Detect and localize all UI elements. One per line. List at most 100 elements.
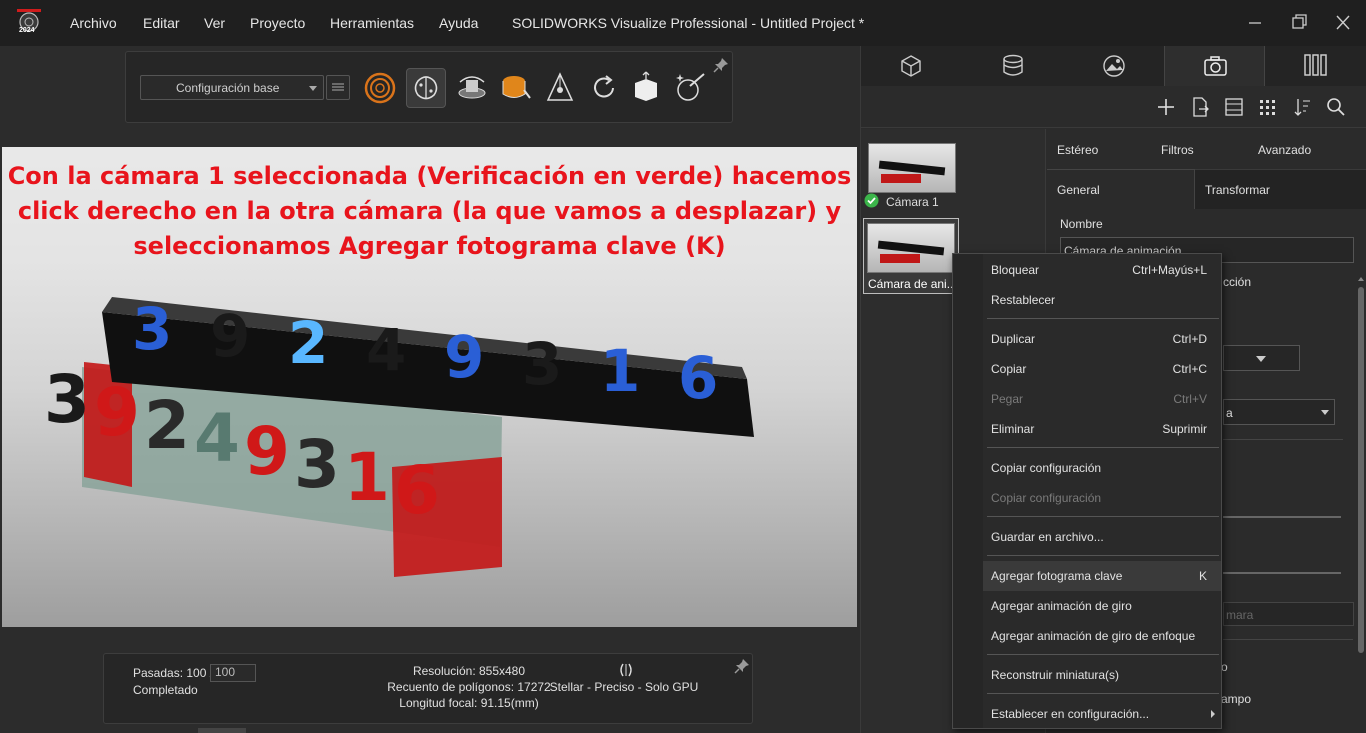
configuration-select-value: Configuración base <box>176 81 280 95</box>
app-logo-year: 2024 <box>19 27 35 34</box>
configuration-list-button[interactable] <box>326 75 350 100</box>
scene-digit-bottom: 9 <box>244 413 290 490</box>
render-viewport[interactable]: 39249316 39249316 Con la cámara 1 selecc… <box>2 147 857 627</box>
menu-item-pegar[interactable]: Pegar Ctrl+V <box>983 384 1221 414</box>
menu-item-reconstruir-miniaturas[interactable]: Reconstruir miniatura(s) <box>983 660 1221 690</box>
brain-denoiser-icon[interactable] <box>406 68 446 108</box>
passes-label: Pasadas: 100 / <box>133 666 214 680</box>
scene-digit-bottom: 3 <box>294 426 340 503</box>
magic-wand-icon[interactable] <box>670 68 710 108</box>
box-transform-icon[interactable] <box>626 68 666 108</box>
context-menu: Bloquear Ctrl+Mayús+L Restablecer Duplica… <box>952 253 1222 729</box>
resolution-text: Resolución: 855x480 <box>412 664 526 678</box>
render-mode-icon[interactable] <box>360 68 400 108</box>
tab-scenes[interactable] <box>1063 46 1164 86</box>
subtab-filtros[interactable]: Filtros <box>1161 143 1194 157</box>
configuration-select[interactable]: Configuración base <box>140 75 324 100</box>
scene-digit-top: 9 <box>444 323 484 391</box>
menu-item-restablecer[interactable]: Restablecer <box>983 285 1221 315</box>
select-partial-value: a <box>1226 406 1233 420</box>
tutorial-annotation: Con la cámara 1 seleccionada (Verificaci… <box>7 162 852 260</box>
subtab-general[interactable]: General <box>1057 183 1100 197</box>
search-icon[interactable] <box>1325 96 1347 118</box>
triad-move-icon[interactable] <box>540 68 580 108</box>
camera-label-1[interactable]: Cámara 1 <box>886 195 939 209</box>
window-title: SOLIDWORKS Visualize Professional - Unti… <box>512 15 865 31</box>
menu-item-eliminar[interactable]: Eliminar Suprimir <box>983 414 1221 444</box>
grid-icon[interactable] <box>1257 96 1279 118</box>
menu-item-duplicar[interactable]: Duplicar Ctrl+D <box>983 324 1221 354</box>
chevron-right-icon <box>1211 710 1215 718</box>
menu-herramientas[interactable]: Herramientas <box>330 15 414 31</box>
panel-tabs <box>861 46 1366 86</box>
menu-item-agregar-animacion-giro[interactable]: Agregar animación de giro <box>983 591 1221 621</box>
menu-item-copiar-configuracion-disabled[interactable]: Copiar configuración <box>983 483 1221 513</box>
close-button[interactable] <box>1328 10 1358 36</box>
scene-digit-top: 1 <box>600 337 640 405</box>
scene-digit-bottom: 1 <box>344 439 390 516</box>
subtab-transformar[interactable]: Transformar <box>1205 183 1270 197</box>
menu-archivo[interactable]: Archivo <box>70 15 117 31</box>
menu-ver[interactable]: Ver <box>204 15 225 31</box>
menu-ayuda[interactable]: Ayuda <box>439 15 478 31</box>
tab-libraries[interactable] <box>1265 46 1366 86</box>
scene-digit-bottom: 2 <box>144 387 190 464</box>
render-mode-small-icon <box>618 662 634 681</box>
material-bucket-icon[interactable] <box>496 68 536 108</box>
disabled-field-text: mara <box>1226 608 1254 622</box>
tab-models[interactable] <box>861 46 962 86</box>
menu-editar[interactable]: Editar <box>143 15 180 31</box>
dropdown-partial[interactable] <box>1223 345 1300 371</box>
partial-label-3: ampo <box>1221 692 1252 706</box>
select-partial[interactable]: a <box>1223 399 1335 425</box>
subtab-avanzado[interactable]: Avanzado <box>1258 143 1311 157</box>
menu-item-guardar-archivo[interactable]: Guardar en archivo... <box>983 522 1221 552</box>
render-mode-text: Stellar - Preciso - Solo GPU <box>549 680 699 694</box>
camera-thumbnail-1[interactable] <box>868 143 956 193</box>
scrollbar[interactable] <box>1355 273 1366 733</box>
subtab-estereo[interactable]: Estéreo <box>1057 143 1098 157</box>
scene-digit-top: 3 <box>522 330 562 398</box>
scene-digit-top: 3 <box>132 295 172 363</box>
menu-item-establecer-configuracion[interactable]: Establecer en configuración... <box>983 699 1221 729</box>
reset-icon[interactable] <box>584 68 624 108</box>
scroll-handle[interactable] <box>198 728 246 733</box>
render-state: Completado <box>133 683 198 697</box>
menu-item-bloquear[interactable]: Bloquear Ctrl+Mayús+L <box>983 255 1221 285</box>
scene-digit-bottom: 9 <box>94 374 140 451</box>
focal-length-text: Longitud focal: 91.15(mm) <box>399 696 539 710</box>
menu-item-copiar-configuracion[interactable]: Copiar configuración <box>983 453 1221 483</box>
layout-icon[interactable] <box>1223 96 1245 118</box>
menu-item-agregar-animacion-giro-enfoque[interactable]: Agregar animación de giro de enfoque <box>983 621 1221 651</box>
viewport-toolbar: Configuración base <box>125 51 733 123</box>
partial-label-2: o <box>1221 660 1228 674</box>
export-icon[interactable] <box>1189 96 1211 118</box>
passes-input[interactable]: 100 <box>210 664 256 682</box>
scrollbar-thumb[interactable] <box>1358 287 1364 653</box>
pin-icon[interactable] <box>734 658 750 677</box>
name-label: Nombre <box>1060 217 1103 231</box>
restore-button[interactable] <box>1284 10 1314 36</box>
minimize-button[interactable] <box>1240 10 1270 36</box>
scene-digit-top: 9 <box>210 302 250 370</box>
app-logo[interactable]: 2024 <box>16 9 42 37</box>
pin-icon[interactable] <box>713 57 729 73</box>
title-bar: 2024 Archivo Editar Ver Proyecto Herrami… <box>0 0 1366 46</box>
camera-label-2[interactable]: Cámara de ani... <box>868 277 957 291</box>
scene-digit-bottom: 4 <box>194 400 240 477</box>
disabled-field: mara <box>1223 602 1354 626</box>
add-icon[interactable] <box>1155 96 1177 118</box>
sort-icon[interactable] <box>1291 96 1313 118</box>
scene-digit-top: 6 <box>678 344 718 412</box>
camera-thumbnail-2[interactable] <box>867 223 955 273</box>
tab-appearances[interactable] <box>962 46 1063 86</box>
tab-cameras[interactable] <box>1164 46 1265 86</box>
menu-proyecto[interactable]: Proyecto <box>250 15 305 31</box>
menu-item-agregar-fotograma-clave[interactable]: Agregar fotograma clave K <box>983 561 1221 591</box>
turntable-icon[interactable] <box>452 68 492 108</box>
partial-label-1: cción <box>1223 275 1252 289</box>
menu-item-copiar[interactable]: Copiar Ctrl+C <box>983 354 1221 384</box>
check-icon <box>864 193 879 211</box>
scene-digit-bottom: 3 <box>44 361 90 438</box>
render-status-panel: Pasadas: 100 / 100 Completado Resolución… <box>103 653 753 724</box>
